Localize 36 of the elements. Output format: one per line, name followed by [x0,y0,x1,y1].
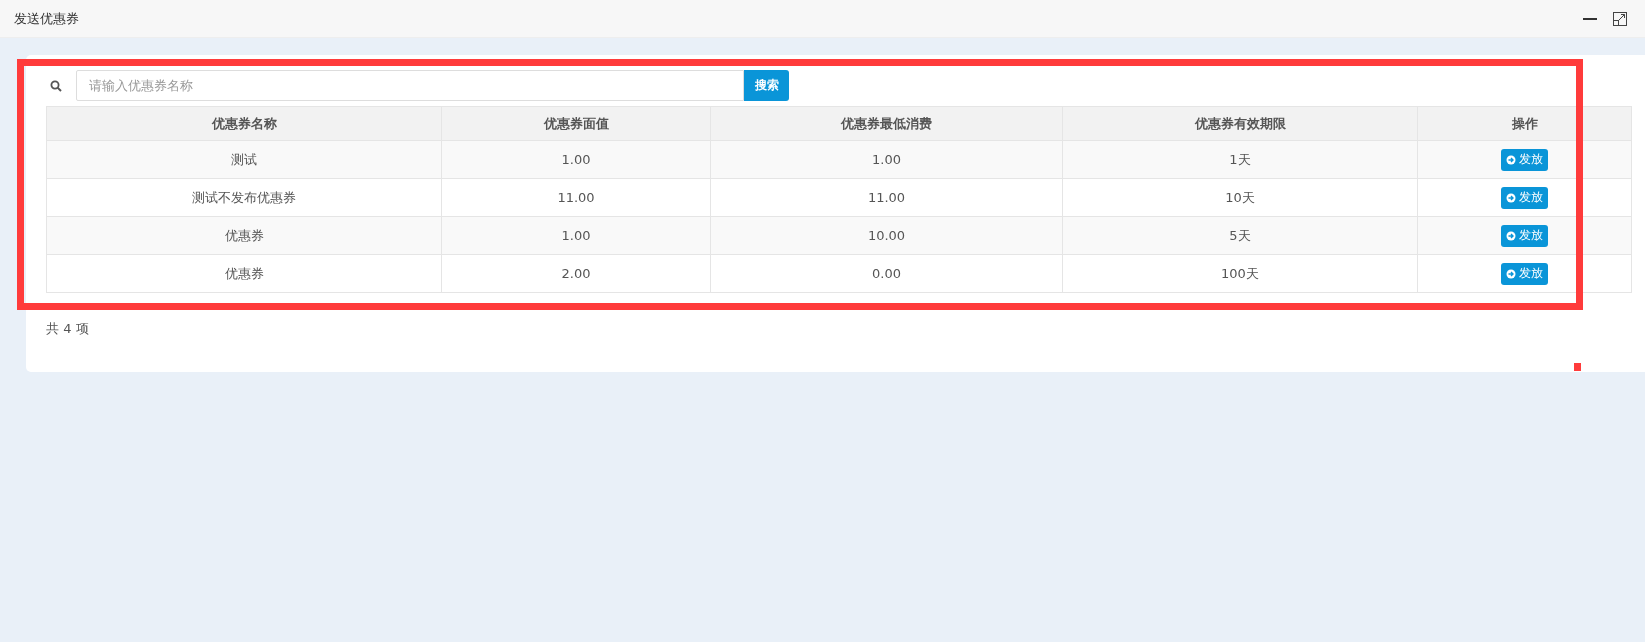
table-cell: 1.00 [710,140,1063,179]
table-cell: 优惠券 [46,254,442,293]
issue-button[interactable]: 发放 [1501,148,1548,171]
column-header: 操作 [1417,106,1632,141]
issue-button[interactable]: 发放 [1501,224,1548,247]
total-count: 共 4 项 [46,320,90,338]
table-cell: 100天 [1062,254,1418,293]
arrow-circle-icon [1506,154,1516,165]
table-cell: 1天 [1062,140,1418,179]
maximize-icon[interactable] [1613,11,1627,26]
table-cell: 10.00 [710,216,1063,255]
table-cell: 11.00 [710,178,1063,217]
window-title: 发送优惠券 [14,9,79,28]
search-icon [50,79,62,92]
table-cell: 测试 [46,140,442,179]
search-field[interactable]: 请输入优惠券名称 [76,70,744,101]
column-header: 优惠券最低消费 [710,106,1063,141]
column-header: 优惠券有效期限 [1062,106,1418,141]
search-button[interactable]: 搜索 [744,70,789,101]
arrow-circle-icon [1506,192,1516,203]
arrow-circle-icon [1506,230,1516,241]
table-cell: 2.00 [441,254,711,293]
arrow-circle-icon [1506,268,1516,279]
table-cell: 11.00 [441,178,711,217]
table-cell: 5天 [1062,216,1418,255]
column-header: 优惠券名称 [46,106,442,141]
table-cell: 0.00 [710,254,1063,293]
table-cell: 1.00 [441,216,711,255]
issue-button[interactable]: 发放 [1501,262,1548,285]
table-cell: 测试不发布优惠券 [46,178,442,217]
table-cell: 1.00 [441,140,711,179]
column-header: 优惠券面值 [441,106,711,141]
table-cell: 优惠券 [46,216,442,255]
issue-button[interactable]: 发放 [1501,186,1548,209]
table-cell: 10天 [1062,178,1418,217]
annotation-mark [1574,363,1581,371]
